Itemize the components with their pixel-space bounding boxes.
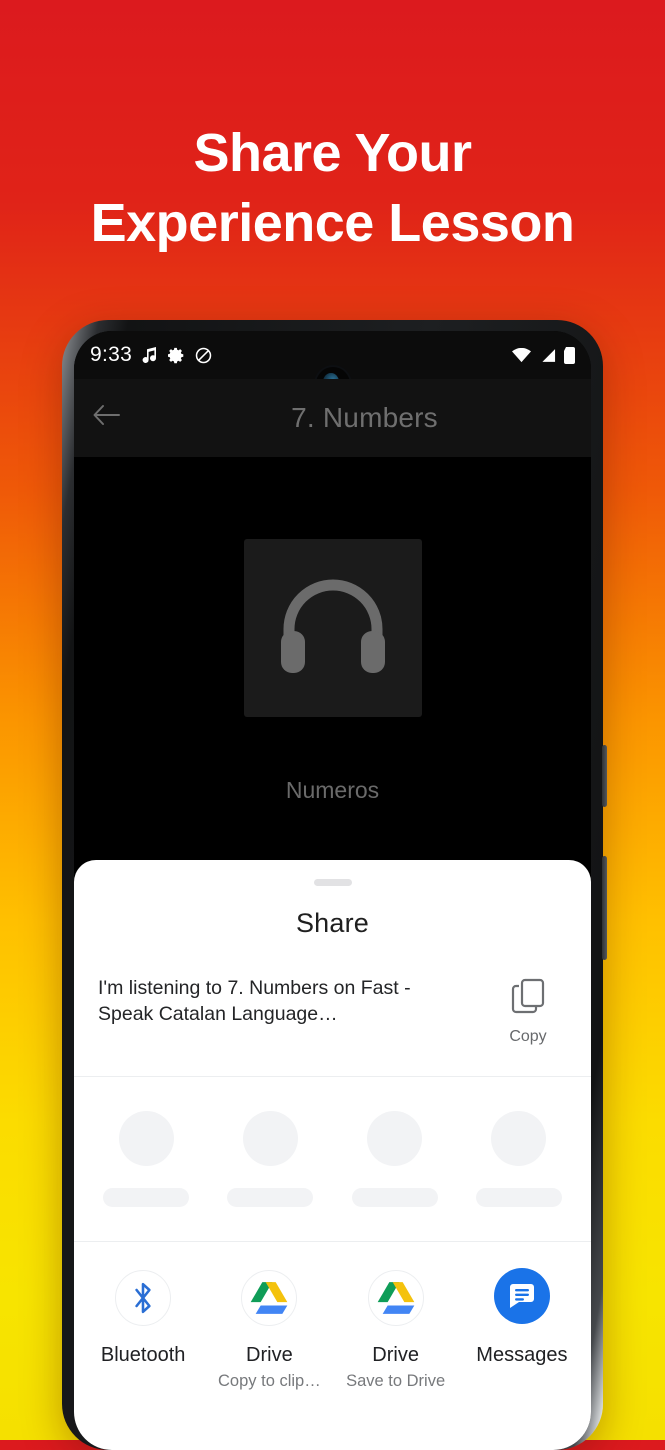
- share-target-sublabel: Save to Drive: [346, 1372, 446, 1390]
- volume-button[interactable]: [602, 745, 607, 807]
- skeleton-avatar: [367, 1111, 423, 1166]
- power-button[interactable]: [602, 856, 607, 960]
- phone-screen: 9:33 7. Numbers Numeros Share I'm listen…: [74, 331, 591, 1450]
- promo-headline: Share Your Experience Lesson: [0, 118, 665, 258]
- battery-icon: [564, 346, 575, 364]
- skeleton-label: [475, 1188, 562, 1207]
- cellular-signal-icon: [539, 348, 556, 363]
- skeleton-avatar: [491, 1111, 547, 1166]
- drive-icon-wrap: [241, 1270, 298, 1326]
- share-preview-row: I'm listening to 7. Numbers on Fast - Sp…: [74, 939, 591, 1077]
- skeleton-placeholder: [345, 1111, 445, 1207]
- skeleton-label: [103, 1188, 190, 1207]
- share-target-label: Messages: [476, 1344, 568, 1366]
- share-target-messages[interactable]: Messages: [466, 1267, 578, 1371]
- copy-label: Copy: [509, 1028, 547, 1045]
- app-bar: 7. Numbers: [74, 379, 591, 457]
- sheet-drag-handle[interactable]: [313, 879, 352, 886]
- copy-button[interactable]: Copy: [489, 975, 567, 1046]
- wifi-icon: [512, 347, 531, 363]
- share-sheet: Share I'm listening to 7. Numbers on Fas…: [74, 860, 591, 1450]
- music-note-icon: [142, 346, 158, 364]
- drive-icon-wrap: [367, 1270, 424, 1326]
- share-target-bluetooth[interactable]: Bluetooth: [87, 1270, 199, 1371]
- status-bar-left: 9:33: [90, 343, 212, 367]
- phone-mockup: 9:33 7. Numbers Numeros Share I'm listen…: [62, 320, 607, 1450]
- headphones-icon: [277, 575, 389, 682]
- google-drive-icon: [241, 1270, 298, 1326]
- headline-line-2: Experience Lesson: [90, 193, 575, 253]
- share-target-label: Bluetooth: [100, 1344, 186, 1366]
- settings-gear-icon: [168, 347, 185, 364]
- copy-icon: [511, 978, 545, 1018]
- share-app-targets-row: Bluetooth Drive Copy to clip… Drive Save…: [74, 1242, 591, 1391]
- bluetooth-icon-wrap: [115, 1270, 172, 1326]
- headline-line-1: Share Your: [193, 123, 472, 183]
- share-target-drive-save[interactable]: Drive Save to Drive: [340, 1270, 452, 1391]
- skeleton-label: [351, 1188, 438, 1207]
- skeleton-placeholder: [96, 1111, 196, 1207]
- status-clock: 9:33: [90, 343, 133, 366]
- skeleton-label: [227, 1188, 314, 1207]
- share-target-label: Drive: [246, 1344, 293, 1366]
- skeleton-avatar: [242, 1111, 298, 1166]
- do-not-disturb-icon: [195, 347, 212, 364]
- share-target-drive-copy[interactable]: Drive Copy to clip…: [213, 1270, 325, 1391]
- google-messages-icon: [493, 1267, 550, 1329]
- track-artwork: [243, 539, 422, 717]
- share-target-label: Drive: [372, 1344, 419, 1366]
- audio-player-area: Numeros: [74, 457, 591, 860]
- messages-icon-wrap: [493, 1267, 550, 1329]
- status-bar-right: [512, 346, 575, 364]
- page-title: 7. Numbers: [291, 402, 438, 433]
- share-preview-text: I'm listening to 7. Numbers on Fast - Sp…: [98, 977, 411, 1025]
- skeleton-placeholder: [220, 1111, 320, 1207]
- share-target-sublabel: Copy to clip…: [218, 1372, 321, 1390]
- skeleton-avatar: [118, 1111, 174, 1166]
- share-sheet-title: Share: [295, 908, 370, 938]
- google-drive-icon: [367, 1270, 424, 1326]
- skeleton-placeholder: [469, 1111, 569, 1207]
- track-title: Numeros: [285, 777, 380, 803]
- share-targets-loading-row: [74, 1077, 591, 1242]
- bluetooth-icon: [115, 1270, 172, 1326]
